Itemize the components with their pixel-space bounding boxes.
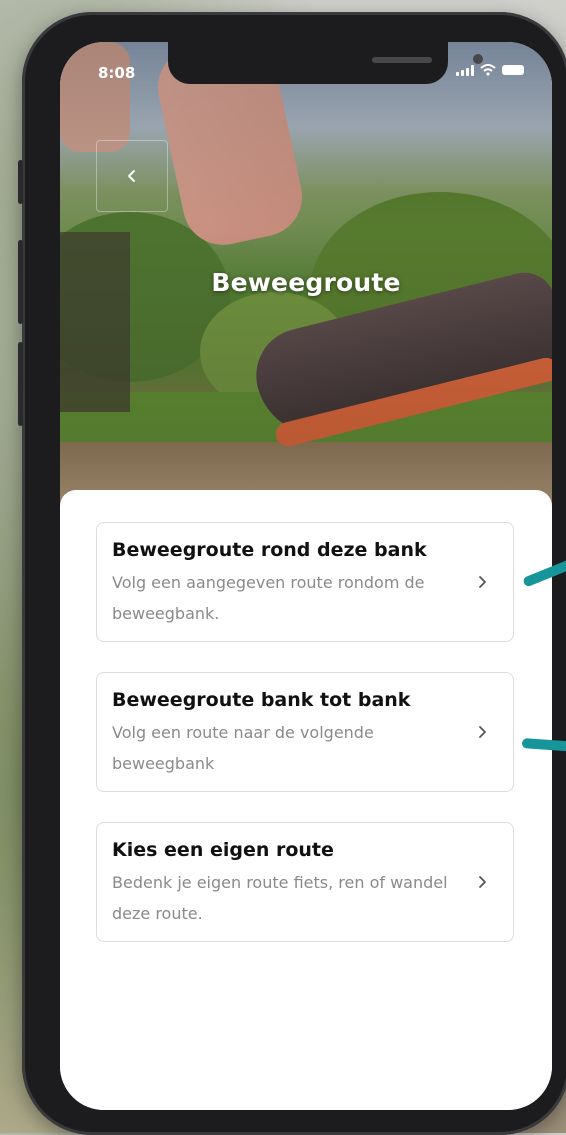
route-option-description: Volg een aangegeven route rondom de bewe… [112, 573, 425, 623]
route-option-description: Volg een route naar de volgende beweegba… [112, 723, 374, 773]
route-option-title: Kies een eigen route [112, 839, 334, 861]
volume-up-button [18, 240, 23, 324]
battery-icon [502, 65, 524, 75]
page-title: Beweegroute [211, 268, 401, 297]
chevron-right-icon [479, 576, 486, 588]
phone-notch [168, 42, 483, 84]
speaker-grille [372, 57, 432, 63]
back-button[interactable] [96, 140, 168, 212]
route-option-card[interactable]: Kies een eigen route Bedenk je eigen rou… [96, 822, 514, 942]
status-time: 8:08 [98, 64, 136, 82]
hero-image: Beweegroute [60, 42, 552, 512]
wifi-icon [480, 64, 496, 76]
signal-icon [456, 64, 474, 76]
front-camera [473, 54, 483, 64]
mute-switch [18, 160, 23, 204]
chevron-right-icon [479, 876, 486, 888]
chevron-right-icon [479, 726, 486, 738]
route-option-card[interactable]: Beweegroute bank tot bank Volg een route… [96, 672, 514, 792]
app-screen: Beweegroute 8:08 Beweegroute rond deze b… [60, 42, 552, 1110]
status-icons [456, 64, 524, 76]
volume-down-button [18, 342, 23, 426]
route-option-description: Bedenk je eigen route fiets, ren of wand… [112, 873, 448, 923]
chevron-left-icon [128, 170, 135, 182]
route-option-title: Beweegroute rond deze bank [112, 539, 427, 561]
route-option-title: Beweegroute bank tot bank [112, 689, 411, 711]
route-option-card[interactable]: Beweegroute rond deze bank Volg een aang… [96, 522, 514, 642]
